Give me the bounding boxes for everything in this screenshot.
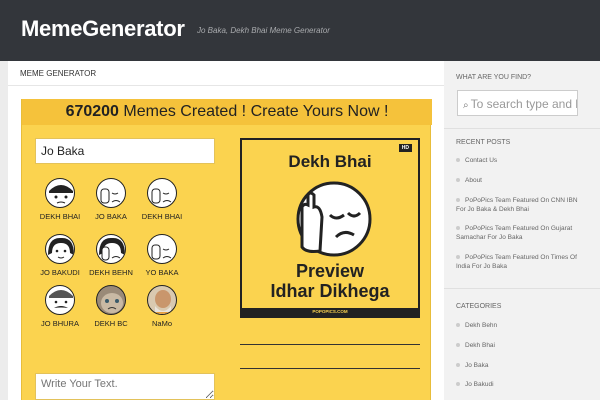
recent-posts-heading: RECENT POSTS [456, 139, 511, 146]
memes-created-banner: 670200 Memes Created ! Create Yours Now … [22, 99, 432, 125]
preview-line-2: Idhar Dikhega [270, 281, 390, 301]
memes-count: 670200 [65, 103, 119, 120]
bullet-icon [456, 226, 460, 231]
search-icon: ⌕ [463, 100, 469, 111]
meme-generator-panel: 670200 Memes Created ! Create Yours Now … [21, 99, 432, 400]
site-description: Jo Baka, Dekh Bhai Meme Generator [197, 26, 330, 35]
divider [444, 128, 600, 129]
category-link[interactable]: Dekh Bhai [456, 341, 584, 350]
category-link[interactable]: Jo Bakudi [456, 380, 584, 389]
divider [240, 368, 420, 369]
banner-text: Memes Created ! Create Yours Now ! [123, 103, 389, 120]
category-link[interactable]: Dekh Behn [456, 321, 584, 330]
cap-face-icon [45, 178, 75, 208]
face-label: DEKH BHAI [141, 212, 183, 221]
hd-badge: HD [398, 144, 412, 152]
categories-heading: CATEGORIES [456, 303, 502, 310]
divider [240, 344, 420, 345]
page-title: MEME GENERATOR [8, 61, 444, 86]
bullet-icon [456, 158, 460, 163]
meme-preview: HD Dekh Bhai Preview Idhar Dikhega POPOP… [240, 138, 420, 318]
bullet-icon [456, 178, 460, 183]
write-text-area[interactable] [35, 373, 215, 400]
facepalm-face-icon [147, 178, 177, 208]
face-option-yo-baka[interactable]: YO BAKA [132, 234, 192, 277]
bullet-icon [456, 198, 460, 203]
preview-line-1: Preview [295, 261, 365, 281]
facepalm-face-icon [292, 177, 372, 257]
search-input[interactable]: ⌕ To search type and hit [457, 90, 578, 116]
face-option-dekh-bhai-2[interactable]: DEKH BHAI [132, 178, 192, 221]
meme-text-input[interactable] [35, 138, 215, 164]
bullet-icon [456, 323, 460, 328]
modi-photo-icon [147, 285, 177, 315]
face-label: YO BAKA [145, 268, 179, 277]
facepalm-face-icon [147, 234, 177, 264]
girl-face-icon [45, 234, 75, 264]
mustache-face-icon [45, 285, 75, 315]
category-link[interactable]: Jo Baka [456, 361, 584, 370]
face-option-namo[interactable]: NaMo [132, 285, 192, 328]
preview-title: Dekh Bhai [288, 152, 372, 171]
girl-facepalm-icon [96, 234, 126, 264]
search-heading: WHAT ARE YOU FIND? [456, 74, 532, 81]
recent-post-link[interactable]: PoPoPics Team Featured On Times Of India… [456, 253, 584, 271]
site-title[interactable]: MemeGenerator [21, 16, 185, 42]
site-header: MemeGenerator Jo Baka, Dekh Bhai Meme Ge… [0, 0, 600, 61]
main-content: MEME GENERATOR 670200 Memes Created ! Cr… [8, 61, 444, 400]
recent-post-link[interactable]: PoPoPics Team Featured On Gujarat Samach… [456, 224, 584, 242]
grumpy-cat-icon [96, 285, 126, 315]
search-placeholder: To search type and hit [470, 97, 578, 111]
recent-post-link[interactable]: Contact Us [456, 156, 584, 165]
face-label: NaMo [151, 319, 172, 328]
sidebar: WHAT ARE YOU FIND? ⌕ To search type and h… [444, 61, 600, 400]
bullet-icon [456, 255, 460, 260]
popopics-logo: POPOPICS.COM [242, 308, 418, 316]
divider [444, 288, 600, 289]
recent-post-link[interactable]: PoPoPics Team Featured On CNN IBN For Jo… [456, 196, 584, 214]
bullet-icon [456, 382, 460, 387]
bullet-icon [456, 363, 460, 368]
bullet-icon [456, 343, 460, 348]
facepalm-face-icon [96, 178, 126, 208]
recent-post-link[interactable]: About [456, 176, 584, 185]
